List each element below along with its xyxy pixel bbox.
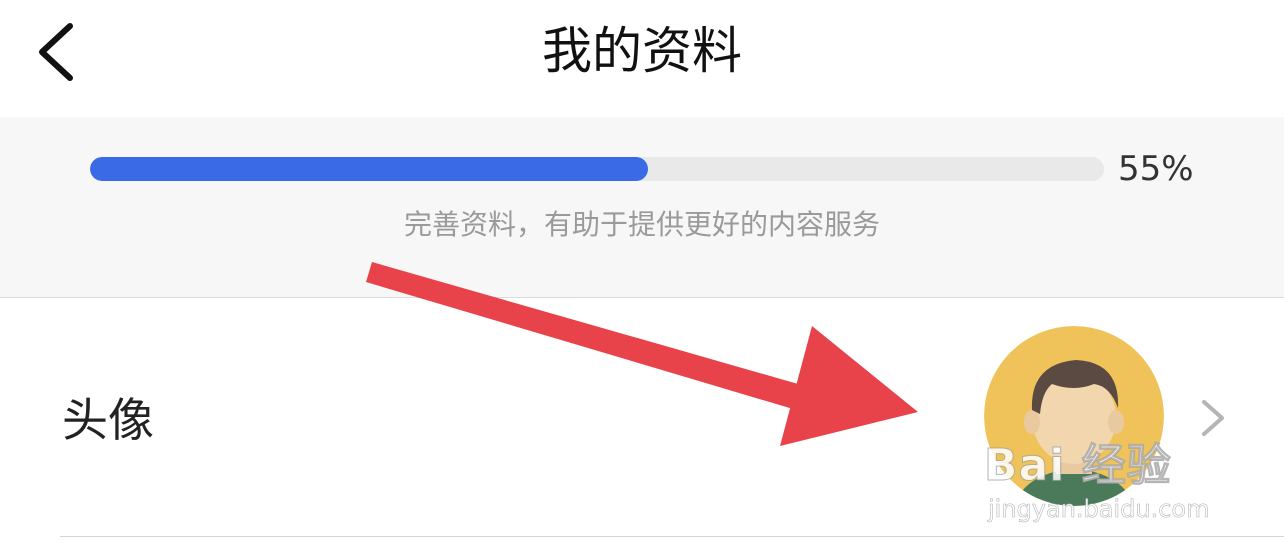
profile-progress-bar (90, 157, 1104, 181)
avatar-row-label: 头像 (62, 393, 154, 447)
profile-progress-percent: 55% (1118, 149, 1194, 189)
watermark-brand: Bai 经验 (984, 440, 1172, 492)
chevron-right-icon (1202, 400, 1224, 436)
profile-completion-section: 55% 完善资料，有助于提供更好的内容服务 (0, 117, 1284, 298)
top-nav-bar: 我的资料 (0, 0, 1284, 117)
baidu-jingyan-watermark: Bai 经验 jingyan.baidu.com (984, 440, 1224, 540)
profile-progress-hint: 完善资料，有助于提供更好的内容服务 (403, 208, 880, 241)
page-title: 我的资料 (542, 22, 742, 80)
watermark-url: jingyan.baidu.com (988, 495, 1210, 524)
profile-progress-fill (90, 157, 648, 181)
